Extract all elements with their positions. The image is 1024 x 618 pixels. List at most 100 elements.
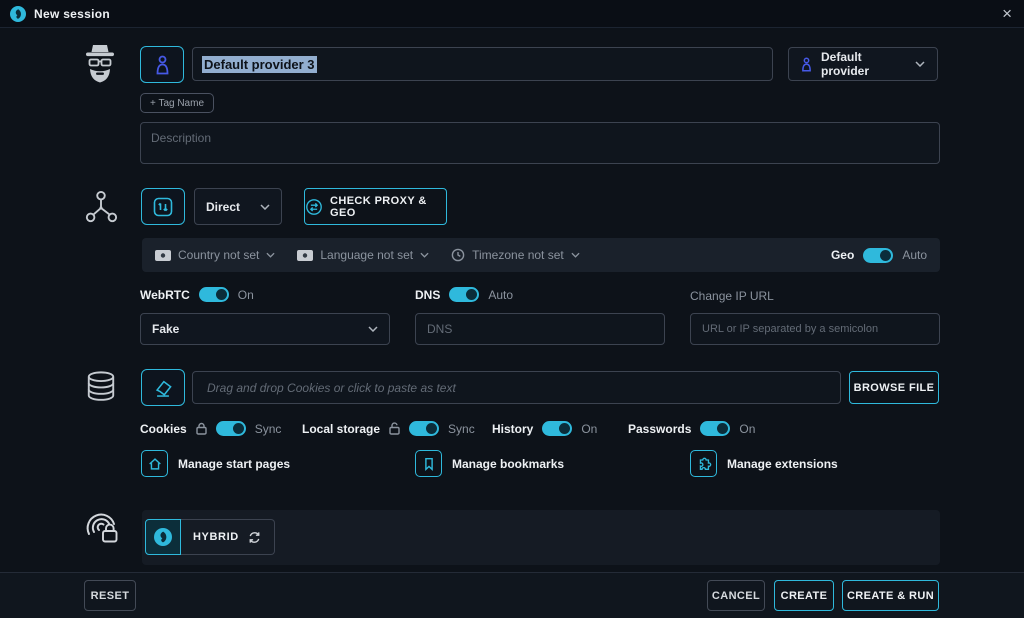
new-session-dialog: New session × Default provider 3 bbox=[0, 0, 1024, 618]
local-storage-state: Sync bbox=[448, 422, 475, 436]
dns-label: DNS bbox=[415, 288, 440, 302]
fingerprint-section-icon bbox=[82, 508, 122, 548]
webrtc-toggle[interactable] bbox=[199, 287, 229, 302]
titlebar: New session × bbox=[0, 0, 1024, 28]
chevron-down-icon bbox=[266, 252, 275, 258]
dns-state: Auto bbox=[488, 288, 513, 302]
dns-toggle-group: DNS Auto bbox=[415, 287, 513, 302]
cookies-toggle[interactable] bbox=[216, 421, 246, 436]
proxy-traffic-icon bbox=[153, 197, 173, 217]
add-tag-button[interactable]: + Tag Name bbox=[140, 93, 214, 113]
change-ip-input[interactable] bbox=[690, 313, 940, 345]
cancel-button[interactable]: CANCEL bbox=[707, 580, 765, 611]
webrtc-mode-dropdown[interactable]: Fake bbox=[140, 313, 390, 345]
history-toggle-group: History On bbox=[492, 421, 597, 436]
webrtc-mode-value: Fake bbox=[152, 322, 179, 336]
passwords-toggle-group: Passwords On bbox=[628, 421, 755, 436]
chevron-down-icon bbox=[915, 61, 925, 67]
manage-start-pages-label: Manage start pages bbox=[178, 457, 290, 471]
proxy-section-icon bbox=[84, 189, 118, 225]
create-and-run-button[interactable]: CREATE & RUN bbox=[842, 580, 939, 611]
refresh-icon bbox=[247, 530, 262, 545]
reset-button[interactable]: RESET bbox=[84, 580, 136, 611]
eraser-icon bbox=[152, 377, 174, 399]
chevron-down-icon bbox=[571, 252, 580, 258]
app-logo-icon bbox=[145, 519, 181, 555]
language-value: Language not set bbox=[320, 248, 413, 262]
clock-icon bbox=[451, 248, 465, 262]
geo-state: Auto bbox=[902, 248, 927, 262]
chevron-down-icon bbox=[420, 252, 429, 258]
country-dropdown[interactable]: Country not set bbox=[155, 248, 275, 262]
unlock-icon bbox=[389, 422, 400, 435]
data-section-icon bbox=[85, 369, 117, 407]
dns-toggle[interactable] bbox=[449, 287, 479, 302]
browse-file-label: BROWSE FILE bbox=[854, 382, 935, 394]
fingerprint-row: HYBRID bbox=[142, 510, 940, 565]
bookmark-icon bbox=[415, 450, 442, 477]
flag-icon bbox=[297, 250, 313, 261]
webrtc-label: WebRTC bbox=[140, 288, 190, 302]
close-icon[interactable]: × bbox=[1000, 5, 1014, 22]
session-name-value: Default provider 3 bbox=[202, 56, 317, 73]
reset-label: RESET bbox=[91, 590, 130, 602]
passwords-state: On bbox=[739, 422, 755, 436]
dialog-title: New session bbox=[34, 7, 110, 21]
check-proxy-geo-label: CHECK PROXY & GEO bbox=[330, 195, 446, 219]
dns-input[interactable] bbox=[415, 313, 665, 345]
local-storage-toggle-group: Local storage Sync bbox=[302, 421, 475, 436]
proxy-traffic-button[interactable] bbox=[141, 188, 185, 225]
webrtc-toggle-group: WebRTC On bbox=[140, 287, 254, 302]
provider-dropdown[interactable]: Default provider bbox=[788, 47, 938, 81]
create-label: CREATE bbox=[781, 590, 828, 602]
profile-icon-button[interactable] bbox=[140, 46, 184, 83]
description-textarea[interactable] bbox=[140, 122, 940, 164]
create-and-run-label: CREATE & RUN bbox=[847, 590, 934, 602]
clear-cookies-button[interactable] bbox=[141, 369, 185, 406]
geo-settings-row: Country not set Language not set Timezon… bbox=[142, 238, 940, 272]
provider-dropdown-value: Default provider bbox=[821, 50, 906, 78]
geo-label: Geo bbox=[831, 248, 854, 262]
check-proxy-geo-button[interactable]: CHECK PROXY & GEO bbox=[304, 188, 447, 225]
flag-icon bbox=[155, 250, 171, 261]
app-logo-icon bbox=[10, 6, 26, 22]
history-toggle[interactable] bbox=[542, 421, 572, 436]
puzzle-icon bbox=[690, 450, 717, 477]
cookies-label: Cookies bbox=[140, 422, 187, 436]
timezone-value: Timezone not set bbox=[472, 248, 564, 262]
manage-extensions-button[interactable]: Manage extensions bbox=[690, 450, 838, 477]
webrtc-state: On bbox=[238, 288, 254, 302]
cookies-drop-input[interactable] bbox=[192, 371, 841, 404]
geo-toggle[interactable] bbox=[863, 248, 893, 263]
cookies-state: Sync bbox=[255, 422, 282, 436]
session-name-input[interactable]: Default provider 3 bbox=[192, 47, 773, 81]
home-icon bbox=[141, 450, 168, 477]
cancel-label: CANCEL bbox=[712, 590, 760, 602]
fingerprint-mode-label: HYBRID bbox=[193, 531, 239, 543]
add-tag-label: + Tag Name bbox=[150, 98, 204, 109]
lock-icon bbox=[196, 422, 207, 435]
passwords-toggle[interactable] bbox=[700, 421, 730, 436]
local-storage-label: Local storage bbox=[302, 422, 380, 436]
manage-start-pages-button[interactable]: Manage start pages bbox=[141, 450, 290, 477]
manage-bookmarks-button[interactable]: Manage bookmarks bbox=[415, 450, 564, 477]
proxy-type-value: Direct bbox=[206, 200, 240, 214]
language-dropdown[interactable]: Language not set bbox=[297, 248, 429, 262]
passwords-label: Passwords bbox=[628, 422, 691, 436]
person-icon bbox=[155, 55, 170, 75]
timezone-dropdown[interactable]: Timezone not set bbox=[451, 248, 580, 262]
browse-file-button[interactable]: BROWSE FILE bbox=[849, 371, 939, 404]
local-storage-toggle[interactable] bbox=[409, 421, 439, 436]
chevron-down-icon bbox=[368, 326, 378, 332]
history-label: History bbox=[492, 422, 533, 436]
fingerprint-mode-button[interactable]: HYBRID bbox=[145, 519, 275, 555]
chevron-down-icon bbox=[260, 204, 270, 210]
change-ip-label: Change IP URL bbox=[690, 289, 774, 303]
proxy-type-dropdown[interactable]: Direct bbox=[194, 188, 282, 225]
create-button[interactable]: CREATE bbox=[774, 580, 834, 611]
footer-bar: RESET CANCEL CREATE CREATE & RUN bbox=[0, 572, 1024, 618]
geo-toggle-group: Geo Auto bbox=[831, 248, 927, 263]
history-state: On bbox=[581, 422, 597, 436]
country-value: Country not set bbox=[178, 248, 259, 262]
cookies-toggle-group: Cookies Sync bbox=[140, 421, 281, 436]
